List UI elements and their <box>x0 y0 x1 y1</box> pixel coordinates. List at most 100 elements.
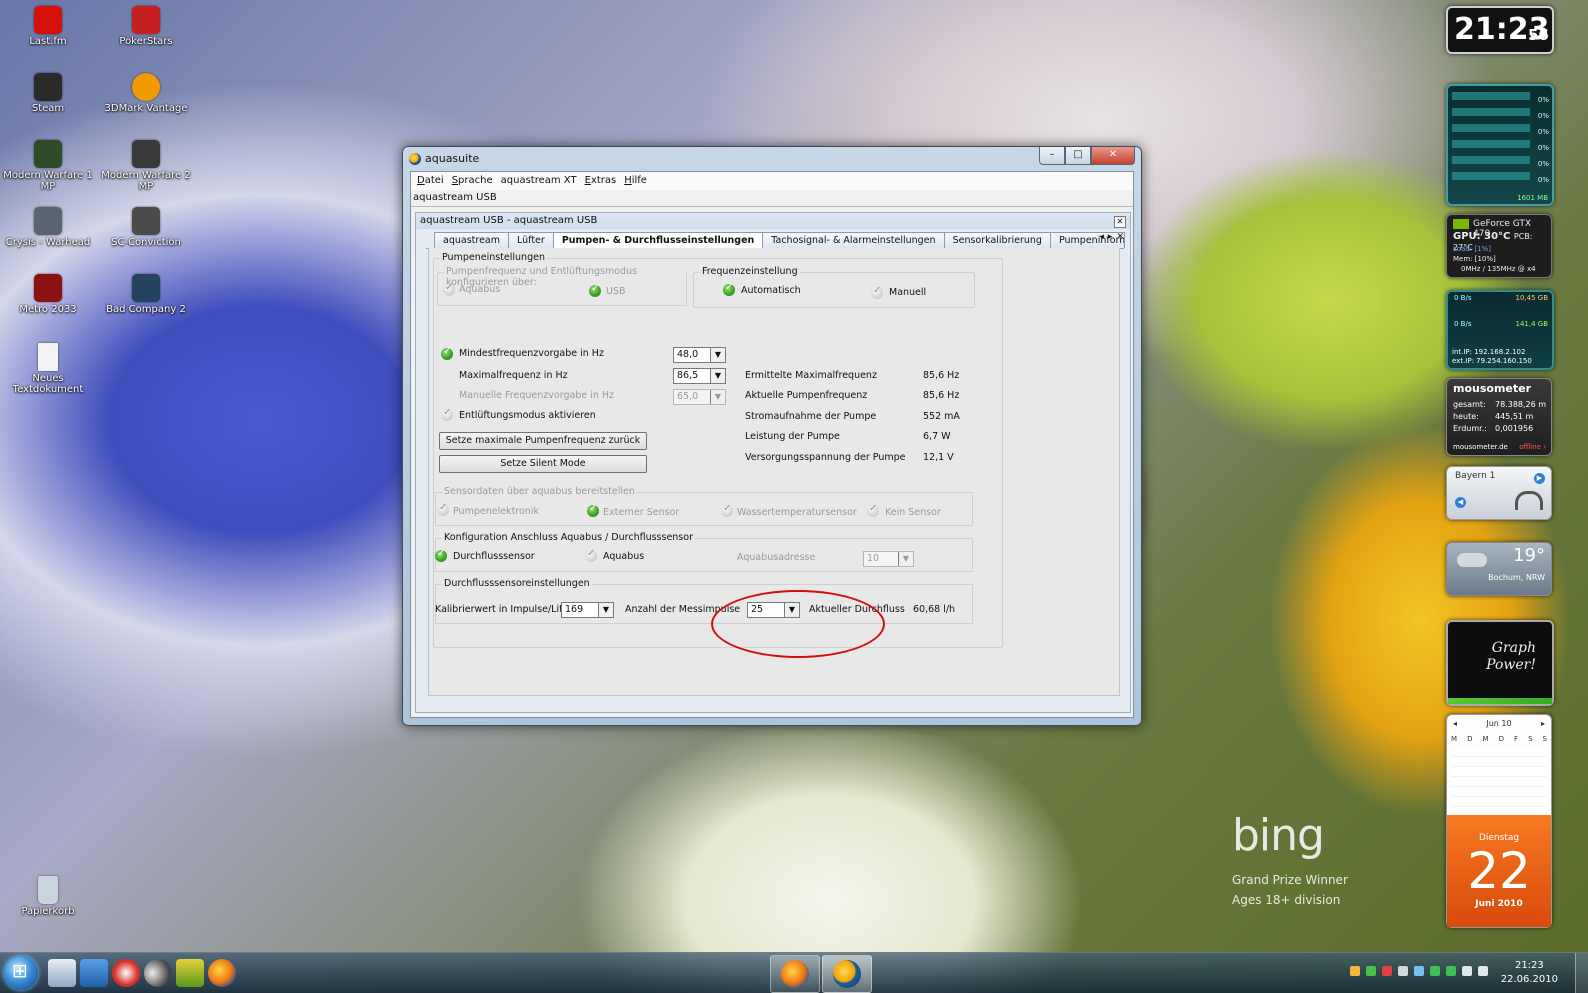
tab-luefter[interactable]: Lüfter <box>508 232 554 248</box>
start-button[interactable] <box>4 956 38 990</box>
network-icon[interactable] <box>1462 966 1472 976</box>
explorer-icon[interactable] <box>48 959 76 987</box>
desktop-icon-lastfm[interactable]: Last.fm <box>0 6 98 47</box>
tray-icon[interactable] <box>1414 966 1424 976</box>
desktop-icon-steam[interactable]: Steam <box>0 73 98 114</box>
radio-gadget[interactable]: Bayern 1 ▶ ◀ <box>1446 466 1552 520</box>
menu-sprache[interactable]: Sprache <box>450 172 499 190</box>
radio-manuell[interactable] <box>871 285 883 299</box>
radio-automatisch[interactable] <box>723 282 735 296</box>
frequenzeinstellung-group: Frequenzeinstellung <box>693 266 975 308</box>
cpu-core-load: 0% <box>1537 176 1549 184</box>
headphones-icon <box>1515 491 1543 510</box>
calendar-gadget[interactable]: ◂ Jun 10 ▸ M D M D F S S Dienstag 22 Jun… <box>1446 714 1552 928</box>
calendar-month: Jun 10 <box>1486 719 1512 728</box>
close-button[interactable]: ✕ <box>1091 147 1135 165</box>
recycle-bin-icon <box>38 876 58 904</box>
chevron-down-icon[interactable]: ▼ <box>710 348 725 362</box>
desktop-icon-sc-conviction[interactable]: SC-Conviction <box>96 207 196 248</box>
calendar-grid[interactable] <box>1451 747 1547 809</box>
mindestfrequenz-select[interactable]: 48,0 ▼ <box>673 347 726 363</box>
radio-externer-sensor[interactable] <box>587 503 599 517</box>
tab-pumpen[interactable]: Pumpen- & Durchflusseinstellungen <box>552 232 764 249</box>
radio-wassertemperatursensor[interactable] <box>721 503 733 517</box>
menu-datei[interactable]: Datei <box>415 172 450 190</box>
weather-gadget[interactable]: 19° Bochum, NRW <box>1446 542 1552 596</box>
kalibrierwert-select[interactable]: 169 ▼ <box>561 602 614 618</box>
entlueftungsmodus-label: Entlüftungsmodus aktivieren <box>459 410 596 421</box>
tray-icon[interactable] <box>1366 966 1376 976</box>
desktop-icon-pokerstars[interactable]: PokerStars <box>96 6 196 47</box>
mousometer-gadget[interactable]: mousometer gesamt: heute: Erdumr.: 78.38… <box>1446 378 1552 456</box>
desktop-icon-3dmark[interactable]: 3DMark Vantage <box>96 73 196 114</box>
cpu-meter-gadget[interactable]: 0% 0% 0% 0% 0% 0% 1601 MB <box>1446 84 1554 206</box>
chevron-down-icon[interactable]: ▼ <box>710 369 725 383</box>
tray-icon[interactable] <box>1430 966 1440 976</box>
weekday-label: M <box>1482 735 1489 743</box>
menu-extras[interactable]: Extras <box>583 172 623 190</box>
next-month-icon[interactable]: ▸ <box>1541 719 1545 728</box>
tray-icon[interactable] <box>1350 966 1360 976</box>
menu-hilfe[interactable]: Hilfe <box>622 172 653 190</box>
tab-aquastream[interactable]: aquastream <box>434 232 509 248</box>
chevron-down-icon[interactable]: ▼ <box>598 603 613 617</box>
taskbar-firefox-button[interactable] <box>770 955 820 993</box>
desktop-icon-label: Metro 2033 <box>19 304 77 315</box>
tray-icon[interactable] <box>1398 966 1408 976</box>
antivirus-icon[interactable] <box>112 959 140 987</box>
radio-aquabus-connection[interactable] <box>585 548 597 562</box>
tab-close-icon[interactable]: ✕ <box>1116 232 1124 242</box>
maximalfrequenz-select[interactable]: 86,5 ▼ <box>673 368 726 384</box>
menu-aquastream-xt[interactable]: aquastream XT <box>499 172 583 190</box>
network-meter-gadget[interactable]: 0 B/s 10,45 GB 0 B/s 141,4 GB int.IP: 19… <box>1446 290 1554 370</box>
tray-clock[interactable]: 21:23 22.06.2010 <box>1501 959 1558 987</box>
tray-icon[interactable] <box>1382 966 1392 976</box>
desktop-icon-mw2[interactable]: Modern Warfare 2 MP <box>96 140 196 192</box>
desktop-icon[interactable] <box>80 959 108 987</box>
taskbar: 21:23 22.06.2010 <box>0 952 1588 993</box>
next-station-icon[interactable]: ▶ <box>1534 473 1545 484</box>
desktop-icon-label: Crysis - Warhead <box>5 237 91 248</box>
tab-tachosignal[interactable]: Tachosignal- & Alarmeinstellungen <box>762 232 945 248</box>
tab-sensorkalibrierung[interactable]: Sensorkalibrierung <box>943 232 1051 248</box>
radio-pumpenelektronik[interactable] <box>437 502 449 516</box>
reset-max-frequency-button[interactable]: Setze maximale Pumpenfrequenz zurück <box>439 432 647 450</box>
desktop-icon-bad-company[interactable]: Bad Company 2 <box>96 274 196 315</box>
desktop-icon-label: Last.fm <box>29 36 67 47</box>
gpu-meter-gadget[interactable]: GeForce GTX 470 GPU: 30°C PCB: 27°C Load… <box>1446 214 1552 278</box>
radio-aquabus[interactable] <box>443 282 455 296</box>
desktop-icon-recycle-bin[interactable]: Papierkorb <box>0 876 98 917</box>
desktop-icon-textdoc[interactable]: Neues Textdokument <box>0 343 98 395</box>
checkbox-entlueftungsmodus[interactable] <box>441 407 453 421</box>
maximize-button[interactable]: □ <box>1065 147 1091 165</box>
prev-station-icon[interactable]: ◀ <box>1455 497 1466 508</box>
desktop-icon-mw1[interactable]: Modern Warfare 1 MP <box>0 140 98 192</box>
document-tab[interactable]: aquastream USB <box>411 190 1133 207</box>
minimize-button[interactable]: – <box>1039 147 1065 165</box>
tool-icon[interactable] <box>176 959 204 987</box>
radio-usb[interactable] <box>589 283 601 297</box>
mousometer-value: 78.388,26 m <box>1495 400 1547 409</box>
chevron-down-icon: ▼ <box>898 552 913 566</box>
graph-power-gadget[interactable]: Graph Power! <box>1446 620 1554 706</box>
media-icon[interactable] <box>144 959 172 987</box>
radio-durchflusssensor[interactable] <box>435 548 447 562</box>
tab-scroll-right-icon[interactable]: ▸ <box>1108 232 1113 242</box>
desktop-icon-crysis[interactable]: Crysis - Warhead <box>0 207 98 248</box>
clock-gadget[interactable]: 21:23 56 <box>1446 6 1554 54</box>
prev-month-icon[interactable]: ◂ <box>1453 719 1457 728</box>
checkbox-mindestfrequenz[interactable] <box>441 346 453 360</box>
child-close-icon[interactable]: ✕ <box>1114 216 1126 228</box>
window-title: aquasuite <box>425 152 480 165</box>
taskbar-aquasuite-button[interactable] <box>822 955 872 993</box>
mousometer-status[interactable]: offline › <box>1519 443 1546 451</box>
silent-mode-button[interactable]: Setze Silent Mode <box>439 455 647 473</box>
firefox-icon[interactable] <box>208 959 236 987</box>
tab-scroll-left-icon[interactable]: ◂ <box>1099 232 1104 242</box>
desktop-icon-metro[interactable]: Metro 2033 <box>0 274 98 315</box>
radio-kein-sensor[interactable] <box>867 503 879 517</box>
show-desktop-button[interactable] <box>1575 953 1588 993</box>
title-bar[interactable]: aquasuite – □ ✕ <box>403 147 1141 171</box>
volume-icon[interactable] <box>1478 966 1488 976</box>
tray-icon[interactable] <box>1446 966 1456 976</box>
